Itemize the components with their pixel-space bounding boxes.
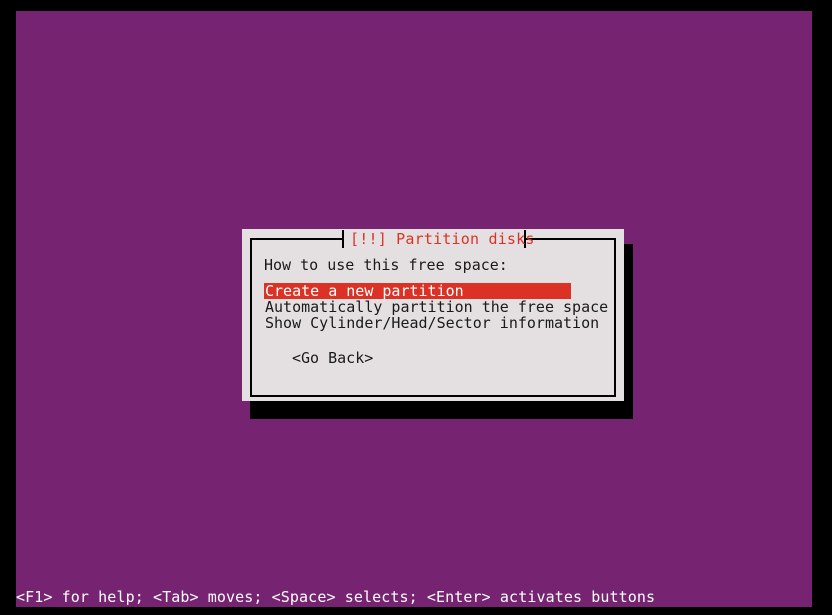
dialog-frame-right-segment xyxy=(614,238,616,397)
prompt-text: How to use this free space: xyxy=(264,256,508,274)
dialog-frame-title-tick-left xyxy=(342,230,344,248)
status-bar-help-text: <F1> for help; <Tab> moves; <Space> sele… xyxy=(16,588,656,606)
installer-console: [!!] Partition disks How to use this fre… xyxy=(16,11,812,607)
menu-item-create-new-partition[interactable]: Create a new partition xyxy=(264,283,571,299)
go-back-button[interactable]: <Go Back> xyxy=(292,350,373,366)
screen: [!!] Partition disks How to use this fre… xyxy=(0,0,832,615)
dialog-frame-bottom-segment xyxy=(250,395,616,397)
partition-disks-dialog: [!!] Partition disks How to use this fre… xyxy=(242,229,624,401)
free-space-action-menu: Create a new partition Automatically par… xyxy=(264,283,608,331)
dialog-frame-left-segment xyxy=(250,238,252,397)
go-back-row: <Go Back> xyxy=(264,348,606,367)
dialog-frame-top-right-segment xyxy=(524,238,616,240)
menu-item-automatically-partition[interactable]: Automatically partition the free space xyxy=(264,299,608,315)
dialog-frame-top-left-segment xyxy=(250,238,342,240)
dialog-body: How to use this free space: Create a new… xyxy=(264,256,608,367)
dialog-title: [!!] Partition disks xyxy=(350,230,535,248)
menu-item-show-chs-information[interactable]: Show Cylinder/Head/Sector information xyxy=(264,315,599,331)
